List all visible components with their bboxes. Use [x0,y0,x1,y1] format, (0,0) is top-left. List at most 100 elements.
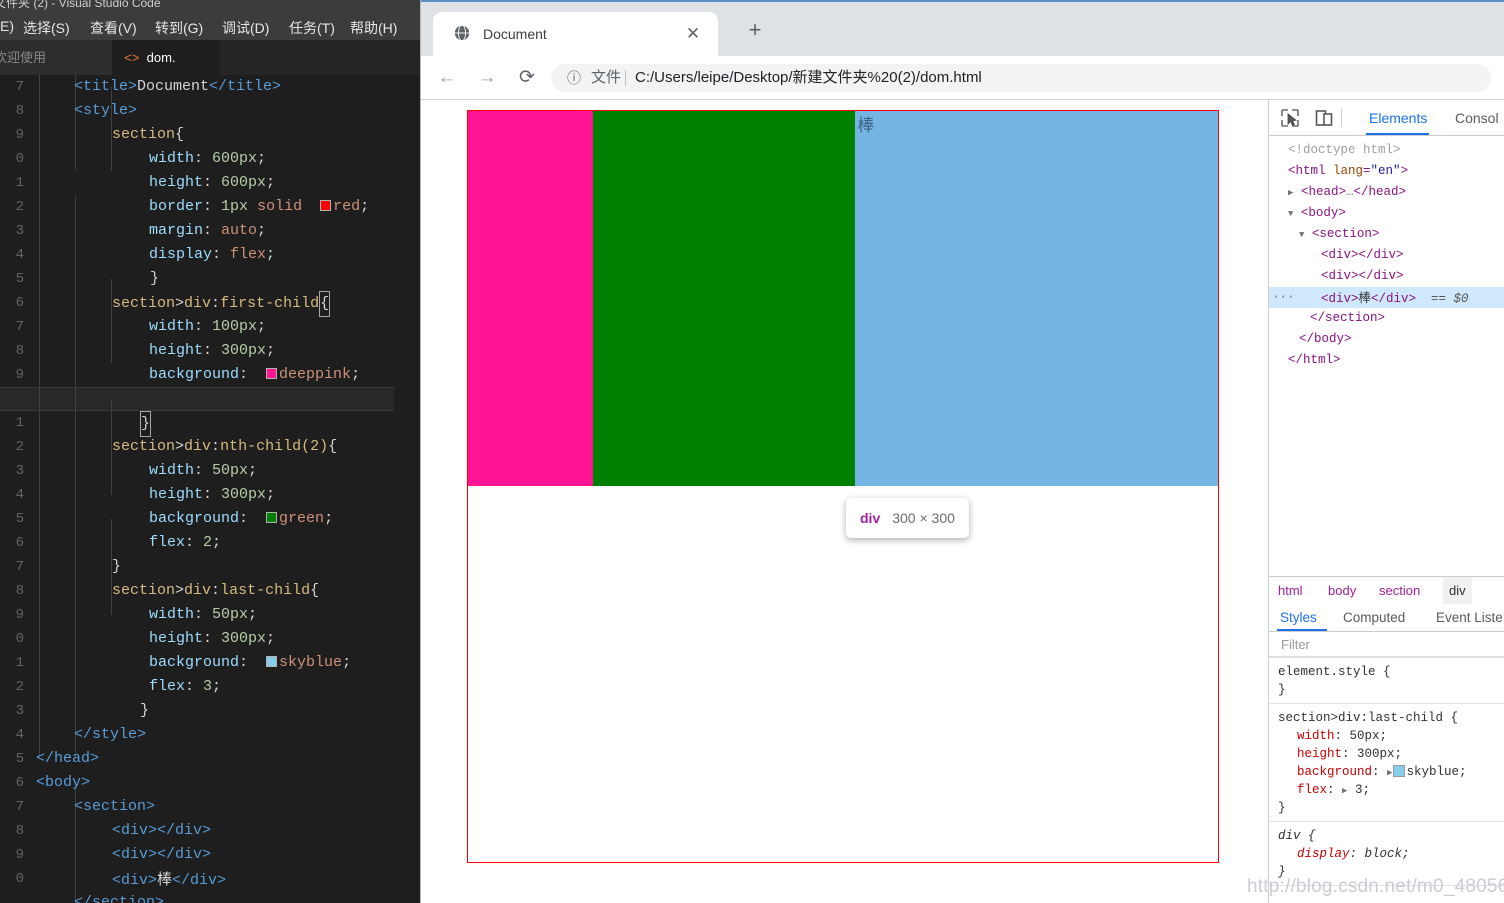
devtools-tab-elements[interactable]: Elements [1369,108,1427,128]
dom-tree-node[interactable]: </html> [1269,350,1504,371]
line-number: 7 [15,799,24,815]
code-line-40: <div>棒</div> [112,870,227,889]
code-line-9: section{ [112,126,185,143]
rendered-div-last-child[interactable]: 棒 [855,111,1218,486]
new-tab-button[interactable]: + [739,16,771,44]
inspector-tooltip-dims: 300 × 300 [892,510,955,526]
style-rule-element-style-close: } [1278,683,1286,697]
style-rule-element-style-selector: element.style { [1278,665,1391,679]
line-number: 0 [15,871,24,887]
editor-tab-welcome[interactable]: 欢迎使用 [0,40,112,75]
color-swatch-skyblue [266,655,278,667]
code-line-34: </style> [74,726,147,743]
browser-tab-document[interactable]: Document ✕ [433,12,718,56]
omnibox-url-text[interactable]: C:/Users/leipe/Desktop/新建文件夹%20(2)/dom.h… [635,67,982,88]
code-line-26: flex: 2; [149,534,222,551]
style-decl-height[interactable]: height: 300px; [1297,745,1402,763]
devtools-styles-pane[interactable]: element.style { } section>div:last-child… [1269,657,1504,903]
style-decl-flex[interactable]: flex: ▶ 3; [1297,781,1370,800]
rendered-section: 棒 [467,110,1219,863]
style-decl-background[interactable]: background: ▶ skyblue; [1297,763,1466,782]
code-line-21: } [140,411,152,437]
code-line-12: border: 1px solid red; [149,198,370,215]
devtools-tab-console[interactable]: Consol [1455,108,1499,128]
code-line-30: height: 300px; [149,630,276,647]
rendered-div-last-child-text: 棒 [857,116,875,136]
vscode-menubar[interactable]: E) 选择(S) 查看(V) 转到(G) 调试(D) 任务(T) 帮助(H) [0,14,420,40]
menu-item-task[interactable]: 任务(T) [283,17,341,39]
editor-tab-dom-html[interactable]: <> dom. [112,40,220,75]
vscode-window: 新建文件夹 (2) - Visual Studio Code E) 选择(S) … [0,0,420,903]
node-more-icon[interactable]: ··· [1272,287,1295,308]
line-number: 9 [15,607,24,623]
style-color-swatch-skyblue[interactable] [1393,764,1406,777]
page-viewport[interactable]: 棒 div 300 × 300 [421,100,1268,903]
menu-item-help[interactable]: 帮助(H) [344,17,403,39]
editor-code-area[interactable]: <title>Document</title> <style> section{… [26,75,420,903]
disclosure-triangle-icon[interactable]: ▼ [1288,209,1293,219]
dom-tree-node[interactable]: ▼ <body> [1269,203,1504,224]
back-icon[interactable]: ← [435,66,459,90]
menu-item-goto[interactable]: 转到(G) [149,17,209,39]
dom-tree-node[interactable]: ▼ <section> [1269,224,1504,245]
close-icon[interactable]: ✕ [683,24,703,44]
line-number: 4 [15,247,24,263]
style-decl-width[interactable]: width: 50px; [1297,727,1387,745]
vscode-editor[interactable]: 7890123456789012345678901234567890 <titl… [0,75,420,903]
device-toggle-icon[interactable] [1313,107,1335,129]
code-line-10: width: 600px; [149,150,267,167]
styles-filter-placeholder: Filter [1281,637,1310,652]
rendered-div-second-child[interactable] [593,111,856,486]
dom-tree-node[interactable]: <div></div> [1269,266,1504,287]
dom-tree-node[interactable]: <div></div> [1269,245,1504,266]
menu-item-debug[interactable]: 调试(D) [216,17,275,39]
disclosure-triangle-icon[interactable]: ▼ [1299,230,1304,240]
dom-tree-node-selected[interactable]: ··· <div>棒</div> == $0 [1269,287,1504,308]
dom-tree-node[interactable]: </section> [1269,308,1504,329]
breadcrumb-html[interactable]: html [1278,582,1303,600]
line-number: 9 [15,127,24,143]
menu-item-select[interactable]: 选择(S) [17,17,76,39]
line-number: 5 [15,511,24,527]
toolbar-divider [1341,109,1342,127]
line-number: 1 [15,655,24,671]
address-bar[interactable]: ⓘ 文件 C:/Users/leipe/Desktop/新建文件夹%20(2)/… [551,64,1491,92]
breadcrumb-body[interactable]: body [1328,582,1356,600]
browser-tabstrip: Document ✕ + [421,0,1504,56]
inspect-icon[interactable] [1279,107,1301,129]
color-swatch-green [266,511,278,523]
subtab-event-listeners[interactable]: Event Liste [1436,608,1503,628]
menu-item-view[interactable]: 查看(V) [84,17,143,39]
styles-filter-input[interactable]: Filter [1269,632,1504,657]
dom-tree-node[interactable]: </body> [1269,329,1504,350]
dom-tree-node[interactable]: <html lang="en"> [1269,161,1504,182]
style-rule-ua-div-selector: div { [1278,829,1316,843]
code-line-14: display: flex; [149,246,276,263]
code-line-31: background: skyblue; [149,654,352,671]
dom-tree-node[interactable]: ▶ <head>…</head> [1269,182,1504,203]
reload-icon[interactable]: ⟳ [515,66,539,90]
style-rule-last-child-selector[interactable]: section>div:last-child { [1278,709,1458,727]
vscode-window-title: 新建文件夹 (2) - Visual Studio Code [0,0,161,10]
breadcrumb-section[interactable]: section [1379,582,1420,600]
code-line-24: height: 300px; [149,486,276,503]
line-number: 5 [15,271,24,287]
line-number: 6 [15,535,24,551]
devtools-toolbar: Elements Consol [1269,100,1504,136]
code-line-35: </head> [36,750,100,767]
disclosure-triangle-icon[interactable]: ▶ [1288,188,1293,198]
forward-icon[interactable]: → [475,66,499,90]
color-swatch-deeppink [266,367,278,379]
style-rule-last-child-close: } [1278,801,1286,815]
subtab-styles[interactable]: Styles [1280,608,1317,628]
devtools-dom-tree[interactable]: <!doctype html> <html lang="en"> ▶ <head>…… [1269,136,1504,576]
page-info-icon[interactable]: ⓘ [565,69,583,87]
rendered-div-first-child[interactable] [468,111,593,486]
line-number: 9 [15,367,24,383]
code-line-16: section>div:first-child{ [112,291,331,317]
subtab-computed[interactable]: Computed [1343,608,1405,628]
dom-tree-node[interactable]: <!doctype html> [1269,140,1504,161]
breadcrumb-div[interactable]: div [1443,577,1472,604]
code-line-28: section>div:last-child{ [112,582,320,599]
line-number: 3 [15,463,24,479]
